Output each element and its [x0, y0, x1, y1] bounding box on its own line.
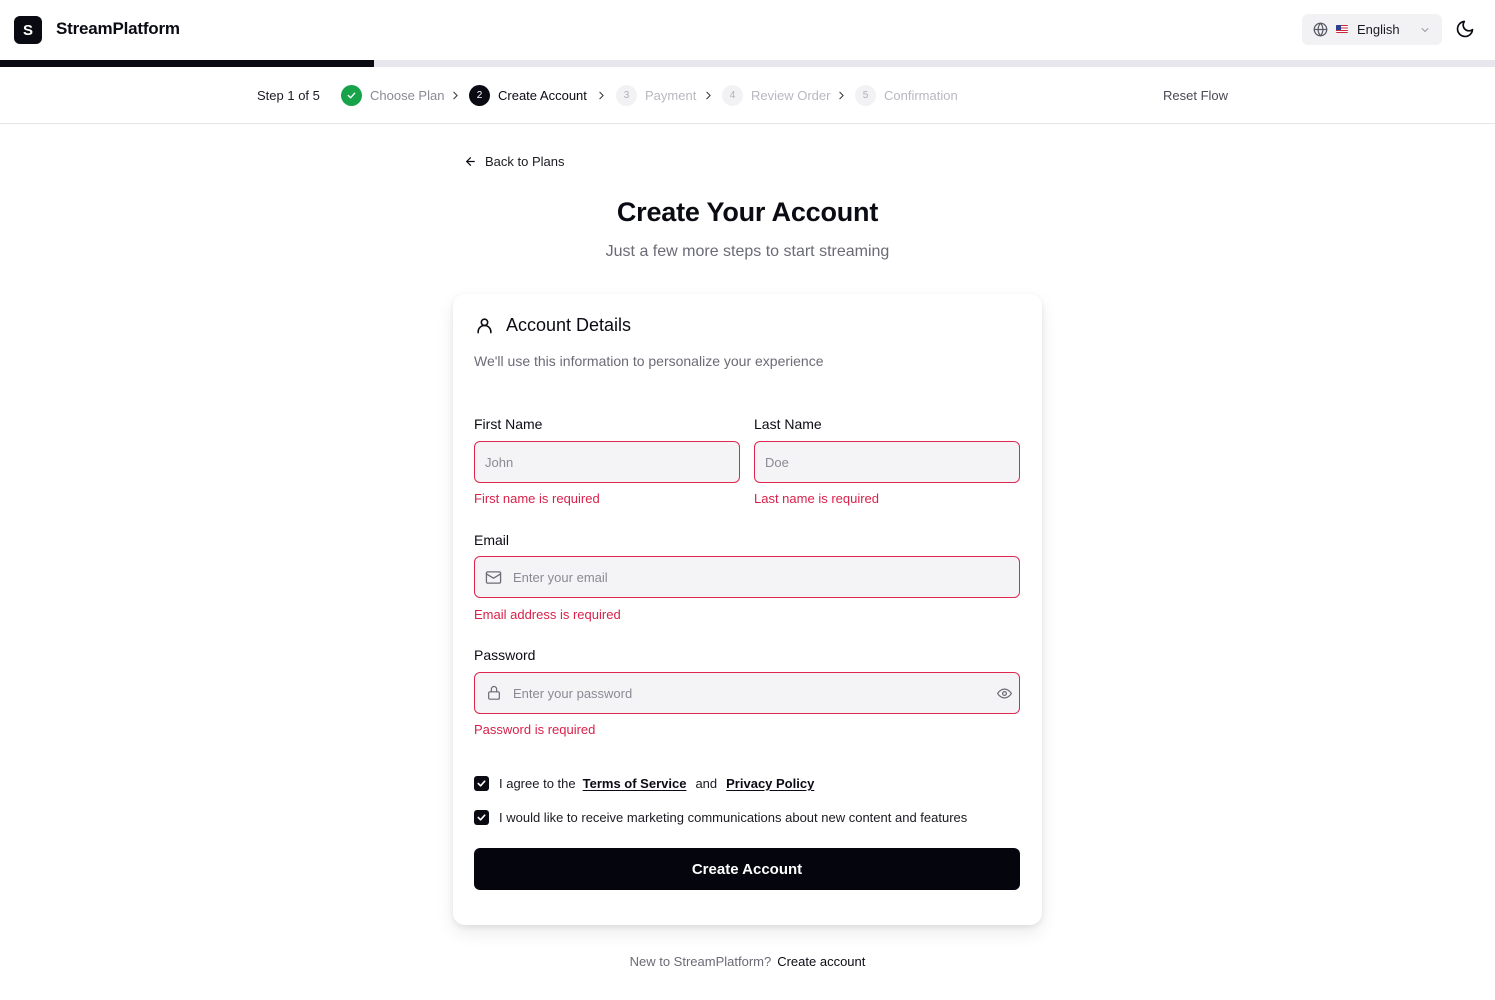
- lock-icon: [488, 685, 500, 700]
- mail-icon: [485, 571, 502, 584]
- step-payment[interactable]: 3 Payment: [616, 85, 696, 106]
- chevron-right-icon: [706, 91, 711, 100]
- step-number-badge: 4: [722, 85, 743, 106]
- create-account-link[interactable]: Create account: [777, 954, 865, 969]
- logo[interactable]: S: [14, 16, 42, 44]
- step-confirmation[interactable]: 5 Confirmation: [855, 85, 958, 106]
- chevron-right-icon: [453, 91, 458, 100]
- step-label: Confirmation: [884, 88, 958, 103]
- step-label: Payment: [645, 88, 697, 103]
- email-error: Email address is required: [474, 607, 621, 622]
- email-input[interactable]: [513, 557, 1009, 597]
- last-name-field[interactable]: [754, 441, 1020, 483]
- password-label: Password: [474, 647, 536, 663]
- terms-checkbox[interactable]: [474, 776, 489, 791]
- footer-prompt: New to StreamPlatform?: [629, 954, 772, 969]
- step-label: Review Order: [751, 88, 831, 103]
- account-details-card: Account Details We'll use this informati…: [453, 294, 1042, 925]
- progress-fill: [0, 60, 374, 67]
- password-input[interactable]: [513, 673, 983, 713]
- logo-letter: S: [22, 21, 33, 39]
- step-choose-plan[interactable]: Choose Plan: [341, 85, 444, 106]
- terms-checkbox-row: I agree to the Terms of Service and Priv…: [474, 776, 821, 791]
- card-header: Account Details: [475, 315, 631, 336]
- step-label: Choose Plan: [370, 88, 445, 103]
- back-label: Back to Plans: [485, 153, 565, 169]
- terms-prefix: I agree to the: [499, 776, 576, 791]
- language-label: English: [1357, 22, 1400, 37]
- progress-bar: [0, 60, 1495, 67]
- privacy-policy-link[interactable]: Privacy Policy: [726, 776, 814, 791]
- language-selector[interactable]: English: [1302, 14, 1442, 45]
- page-title: Create Your Account: [616, 197, 879, 227]
- moon-icon[interactable]: [1455, 19, 1475, 39]
- step-review-order[interactable]: 4 Review Order: [722, 85, 830, 106]
- check-icon: [477, 780, 486, 787]
- step-create-account[interactable]: 2 Create Account: [469, 85, 587, 106]
- globe-icon: [1313, 22, 1328, 37]
- marketing-checkbox[interactable]: [474, 810, 489, 825]
- marketing-checkbox-row: I would like to receive marketing commun…: [474, 810, 967, 825]
- top-bar: S StreamPlatform English: [0, 0, 1495, 60]
- email-field[interactable]: [474, 556, 1020, 598]
- step-done-badge: [341, 85, 362, 106]
- create-account-button[interactable]: Create Account: [474, 848, 1020, 890]
- chevron-down-icon: [1421, 28, 1429, 32]
- step-label: Create Account: [498, 88, 587, 103]
- email-label: Email: [474, 532, 510, 548]
- first-name-field[interactable]: [474, 441, 740, 483]
- first-name-input[interactable]: [485, 442, 729, 482]
- step-number-badge: 5: [855, 85, 876, 106]
- user-icon: [477, 318, 492, 334]
- page-subtitle: Just a few more steps to start streaming: [605, 243, 890, 260]
- step-number-badge: 3: [616, 85, 637, 106]
- step-counter: Step 1 of 5: [257, 88, 320, 103]
- last-name-input[interactable]: [765, 442, 1009, 482]
- reset-flow-button[interactable]: Reset Flow: [1163, 88, 1228, 103]
- check-icon: [477, 814, 486, 821]
- step-number-badge: 2: [469, 85, 490, 106]
- stepper: Step 1 of 5 Choose Plan 2 Create Account…: [0, 67, 1495, 124]
- last-name-error: Last name is required: [754, 491, 880, 506]
- marketing-text: I would like to receive marketing commun…: [499, 810, 968, 825]
- footer: New to StreamPlatform? Create account: [0, 954, 1495, 969]
- first-name-error: First name is required: [474, 491, 600, 506]
- card-description: We'll use this information to personaliz…: [474, 353, 824, 369]
- check-icon: [347, 92, 356, 99]
- last-name-label: Last Name: [754, 416, 822, 432]
- eye-icon[interactable]: [997, 686, 1012, 701]
- card-title: Account Details: [506, 315, 632, 335]
- brand-name[interactable]: StreamPlatform: [56, 19, 180, 39]
- us-flag-icon: [1336, 25, 1348, 33]
- password-error: Password is required: [474, 722, 596, 737]
- password-field[interactable]: [474, 672, 1020, 714]
- terms-of-service-link[interactable]: Terms of Service: [583, 776, 687, 791]
- first-name-label: First Name: [474, 416, 543, 432]
- chevron-right-icon: [599, 91, 604, 100]
- terms-and: and: [695, 776, 718, 791]
- chevron-right-icon: [839, 91, 844, 100]
- arrow-left-icon: [466, 156, 475, 166]
- back-to-plans-link[interactable]: Back to Plans: [464, 153, 565, 169]
